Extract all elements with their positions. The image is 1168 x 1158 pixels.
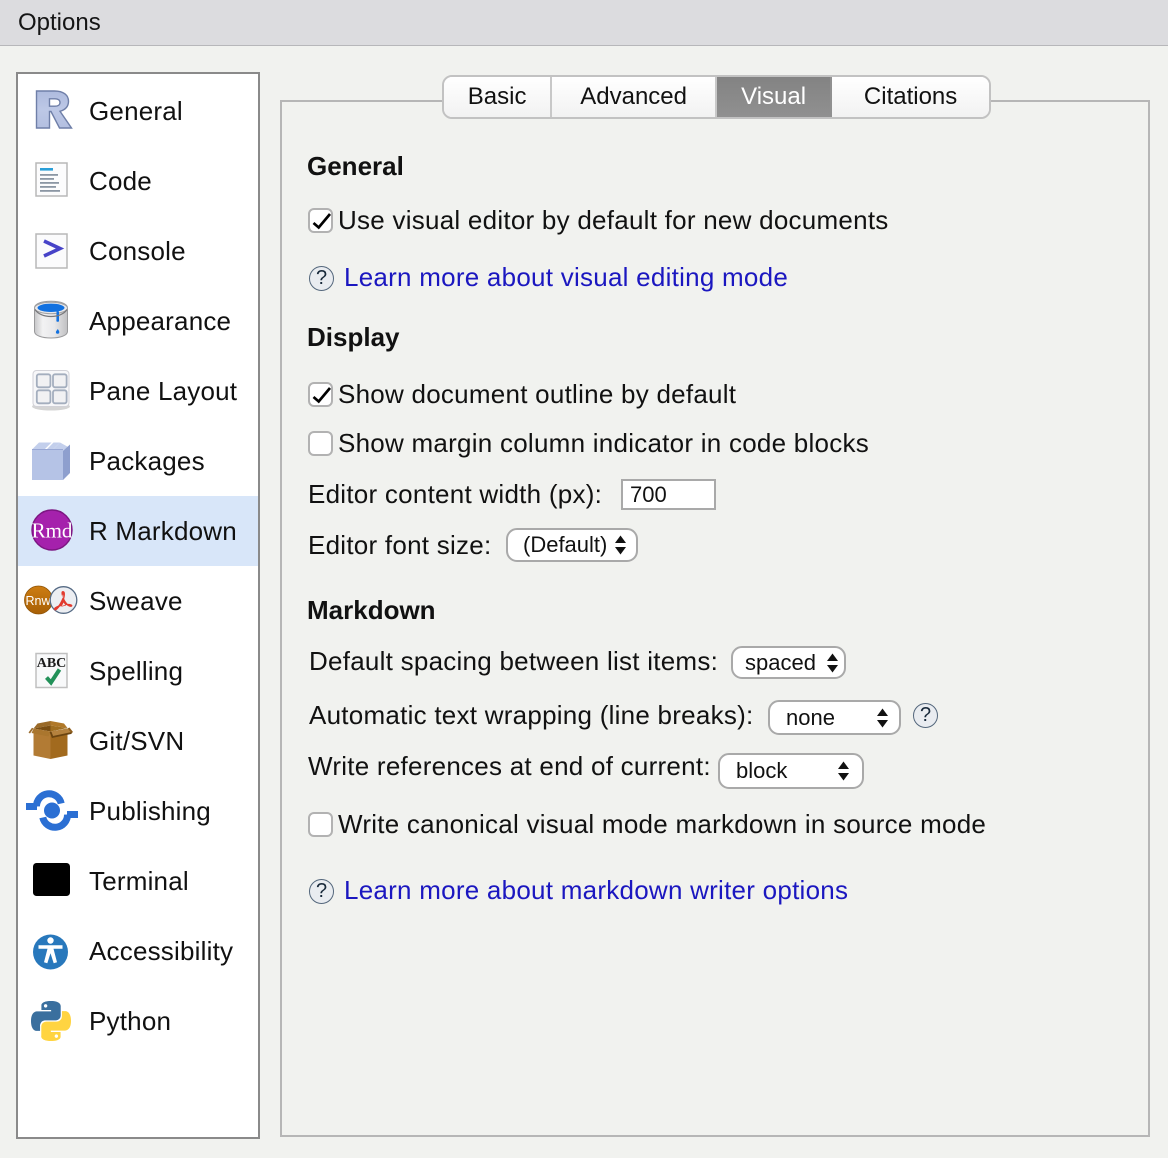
svg-text:Rmd: Rmd	[32, 519, 73, 543]
svg-text:ABC: ABC	[37, 656, 67, 671]
svg-text:Rnw: Rnw	[25, 594, 51, 608]
